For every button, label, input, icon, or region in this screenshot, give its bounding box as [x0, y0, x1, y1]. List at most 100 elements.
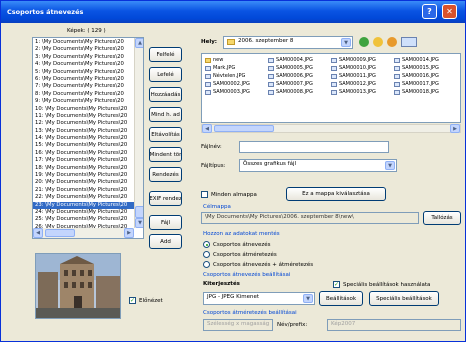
chevron-down-icon: ▼ [341, 38, 351, 47]
help-button[interactable]: ? [422, 4, 437, 19]
back-icon[interactable] [359, 37, 369, 47]
list-item[interactable]: 17: \My Documents\My Pictures\20 [33, 157, 134, 164]
browse-button[interactable]: Tallózás [423, 211, 461, 225]
move-down-button[interactable]: Lefelé [149, 67, 182, 82]
move-up-button[interactable]: Felfelé [149, 47, 182, 62]
image-file-icon [205, 81, 211, 87]
file-item[interactable]: SAM00002.JPG [205, 80, 265, 88]
list-item[interactable]: 3: \My Documents\My Pictures\20 [33, 54, 134, 61]
preview-checkbox[interactable]: ✓ Előnézet [129, 297, 163, 304]
file-name: SAM00005.JPG [276, 65, 313, 71]
file-item[interactable]: new [205, 56, 265, 64]
list-item[interactable]: 6: \My Documents\My Pictures\20 [33, 76, 134, 83]
filetype-dropdown[interactable]: Összes grafikus fájl ▼ [239, 159, 397, 172]
list-item[interactable]: 25: \My Documents\My Pictures\20 [33, 216, 134, 223]
list-item[interactable]: 23: \My Documents\My Pictures\20 [33, 201, 134, 209]
mode-resize-radio[interactable]: Csoportos átméretezés [203, 251, 277, 258]
add-all-button[interactable]: Mind h. ad [149, 107, 182, 122]
extension-dropdown[interactable]: JPG - JPEG Kimenet ▼ [203, 292, 315, 305]
sort-button[interactable]: Rendezés [149, 167, 182, 182]
file-item[interactable]: SAM00017.JPG [394, 80, 454, 88]
list-item[interactable]: 10: \My Documents\My Pictures\20 [33, 106, 134, 113]
file-item[interactable]: Mark.JPG [205, 64, 265, 72]
file-item[interactable]: SAM00005.JPG [268, 64, 328, 72]
image-list-hscroll[interactable]: ◀ ▶ [33, 228, 134, 238]
subfolders-checkbox[interactable]: Minden almappa [201, 191, 257, 198]
file-item[interactable]: SAM00014.JPG [394, 56, 454, 64]
remove-button[interactable]: Eltávolítás [149, 127, 182, 142]
image-count-label: Képek: ( 129 ) [67, 28, 106, 34]
file-item[interactable]: SAM00009.JPG [331, 56, 391, 64]
file-browser[interactable]: new Mark.JPG Névtelen.JPG SAM00002.JPG SAM00… [201, 53, 461, 123]
scroll-down-arrow[interactable]: ▼ [135, 218, 143, 228]
list-item[interactable]: 1: \My Documents\My Pictures\20 [33, 39, 134, 46]
file-button[interactable]: Fájl [149, 215, 182, 230]
scroll-right-arrow[interactable]: ▶ [124, 228, 134, 238]
file-browser-hscroll[interactable]: ◀ ▶ [201, 124, 461, 133]
add-file-button[interactable]: Add [149, 234, 182, 249]
scroll-up-arrow[interactable]: ▲ [135, 38, 143, 48]
target-folder-path: \My Documents\My Pictures\2006. szeptemb… [201, 212, 419, 224]
list-item[interactable]: 12: \My Documents\My Pictures\20 [33, 120, 134, 127]
new-folder-icon[interactable] [387, 37, 397, 47]
image-list[interactable]: 1: \My Documents\My Pictures\20 2: \My Do… [32, 37, 144, 239]
file-item[interactable]: SAM00010.JPG [331, 64, 391, 72]
radio-icon [203, 251, 210, 258]
file-item[interactable]: SAM00004.JPG [268, 56, 328, 64]
image-list-vscroll[interactable]: ▲ ▼ [134, 38, 143, 228]
list-item[interactable]: 2: \My Documents\My Pictures\20 [33, 46, 134, 53]
up-folder-icon[interactable] [373, 37, 383, 47]
scroll-left-arrow[interactable]: ◀ [33, 228, 43, 238]
list-item[interactable]: 7: \My Documents\My Pictures\20 [33, 83, 134, 90]
scroll-thumb[interactable] [135, 206, 143, 218]
file-item[interactable]: SAM00006.JPG [268, 72, 328, 80]
file-item[interactable]: Névtelen.JPG [205, 72, 265, 80]
list-item[interactable]: 21: \My Documents\My Pictures\20 [33, 187, 134, 194]
list-item[interactable]: 16: \My Documents\My Pictures\20 [33, 150, 134, 157]
file-item[interactable]: SAM00012.JPG [331, 80, 391, 88]
filename-input[interactable] [239, 141, 389, 153]
list-item[interactable]: 18: \My Documents\My Pictures\20 [33, 165, 134, 172]
list-item[interactable]: 22: \My Documents\My Pictures\20 [33, 194, 134, 201]
list-item[interactable]: 9: \My Documents\My Pictures\20 [33, 98, 134, 105]
file-item[interactable]: SAM00008.JPG [268, 88, 328, 96]
add-button[interactable]: Hozzáadás [149, 87, 182, 102]
list-item[interactable]: 15: \My Documents\My Pictures\20 [33, 142, 134, 149]
exif-sort-button[interactable]: EXIF rendez [149, 191, 182, 206]
special-settings-checkbox[interactable]: ✓ Speciális beállítások használata [333, 281, 430, 288]
mode-rename-radio[interactable]: Csoportos átnevezés [203, 241, 271, 248]
list-item[interactable]: 13: \My Documents\My Pictures\20 [33, 128, 134, 135]
list-item[interactable]: 19: \My Documents\My Pictures\20 [33, 172, 134, 179]
file-browser-hscroll-thumb[interactable] [214, 125, 274, 132]
file-item[interactable]: SAM00015.JPG [394, 64, 454, 72]
settings-button[interactable]: Beállítások [319, 291, 363, 306]
list-item[interactable]: 14: \My Documents\My Pictures\20 [33, 135, 134, 142]
file-item[interactable]: SAM00003.JPG [205, 88, 265, 96]
select-folder-button[interactable]: Ez a mappa kiválasztása [286, 187, 386, 201]
close-button[interactable]: ✕ [442, 4, 457, 19]
view-menu-icon[interactable] [401, 37, 417, 47]
list-item[interactable]: 11: \My Documents\My Pictures\20 [33, 113, 134, 120]
image-file-icon [268, 57, 274, 63]
hscroll-thumb[interactable] [45, 229, 75, 237]
image-file-icon [394, 65, 400, 71]
file-item[interactable]: SAM00013.JPG [331, 88, 391, 96]
hscroll-right-arrow[interactable]: ▶ [450, 124, 460, 133]
list-item[interactable]: 20: \My Documents\My Pictures\20 [33, 179, 134, 186]
clear-all-button[interactable]: Mindent tör [149, 147, 182, 162]
title-bar[interactable]: Csoportos átnevezés ? ✕ [1, 1, 465, 23]
mode-both-radio[interactable]: Csoportos átnevezés + átméretezés [203, 261, 313, 268]
special-settings-button[interactable]: Speciális beállítások [369, 291, 439, 306]
image-file-icon [331, 81, 337, 87]
list-item[interactable]: 5: \My Documents\My Pictures\20 [33, 69, 134, 76]
file-item[interactable]: SAM00016.JPG [394, 72, 454, 80]
file-item[interactable]: SAM00007.JPG [268, 80, 328, 88]
location-dropdown[interactable]: 2006. szeptember 8 ▼ [223, 36, 353, 49]
list-item[interactable]: 8: \My Documents\My Pictures\20 [33, 91, 134, 98]
file-item[interactable]: SAM00011.JPG [331, 72, 391, 80]
file-name: SAM00017.JPG [402, 81, 439, 87]
file-item[interactable]: SAM00018.JPG [394, 88, 454, 96]
list-item[interactable]: 4: \My Documents\My Pictures\20 [33, 61, 134, 68]
hscroll-left-arrow[interactable]: ◀ [202, 124, 212, 133]
list-item[interactable]: 24: \My Documents\My Pictures\20 [33, 209, 134, 216]
